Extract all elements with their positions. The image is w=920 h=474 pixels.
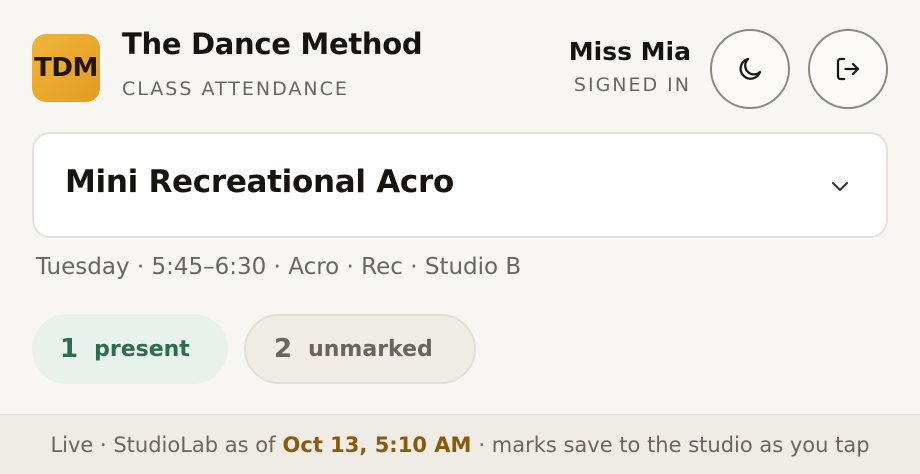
unmarked-count: 2 <box>274 334 293 364</box>
sync-status-prefix: Live · StudioLab as of <box>50 432 276 457</box>
moon-icon <box>739 57 762 80</box>
unmarked-count-badge[interactable]: 2 unmarked <box>244 314 476 384</box>
sync-timestamp: Oct 13, 5:10 AM <box>282 432 472 457</box>
present-count-badge[interactable]: 1 present <box>32 314 228 384</box>
present-label: present <box>94 336 190 362</box>
chevron-down-icon <box>831 181 849 192</box>
present-count: 1 <box>60 334 79 364</box>
class-name: Mini Recreational Acro <box>65 164 454 200</box>
user-status: SIGNED IN <box>573 74 691 96</box>
attendance-app: TDM The Dance Method CLASS ATTENDANCE Mi… <box>0 0 920 474</box>
brand-logo: TDM <box>32 34 100 102</box>
class-selector[interactable]: Mini Recreational Acro <box>32 132 888 238</box>
sync-status-suffix: · marks save to the studio as you tap <box>478 432 870 457</box>
sync-status-bar: Live · StudioLab as of Oct 13, 5:10 AM ·… <box>0 414 920 474</box>
logout-button[interactable] <box>808 29 888 109</box>
class-meta: Tuesday · 5:45–6:30 · Acro · Rec · Studi… <box>36 254 522 280</box>
brand-logo-text: TDM <box>34 53 98 83</box>
user-name: Miss Mia <box>568 37 691 66</box>
brand-name: The Dance Method <box>122 27 423 61</box>
brand-subtitle: CLASS ATTENDANCE <box>122 78 349 100</box>
unmarked-label: unmarked <box>308 336 433 362</box>
logout-icon <box>836 57 860 81</box>
theme-toggle-button[interactable] <box>710 29 790 109</box>
